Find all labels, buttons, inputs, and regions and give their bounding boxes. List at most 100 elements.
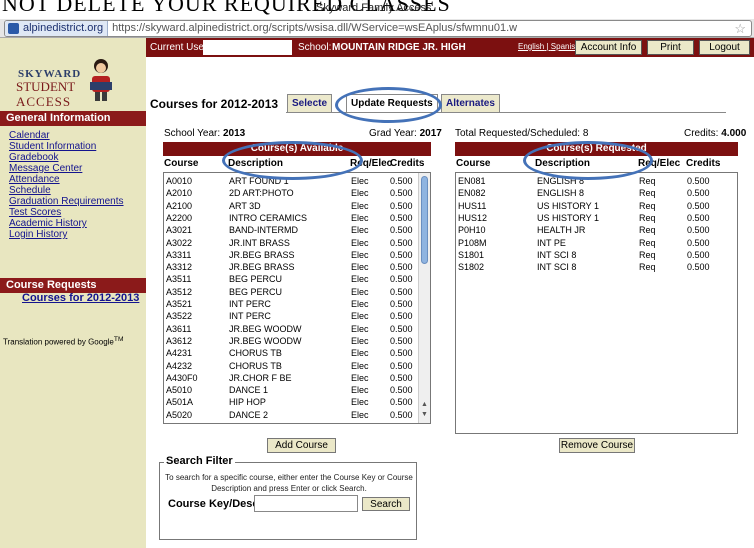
requested-cell: INT SCI 8 [537, 262, 577, 273]
sidebar-link-courses-2012-2013[interactable]: Courses for 2012-2013 [22, 292, 139, 304]
sidebar-link-attendance[interactable]: Attendance [9, 174, 60, 185]
account-info-button[interactable]: Account Info [575, 40, 642, 55]
site-identity[interactable]: alpinedistrict.org [5, 21, 109, 36]
requested-course-list[interactable]: EN081 ENGLISH 8 Req 0.500 EN082 ENGLISH 8 Req 0… [455, 172, 738, 434]
url-domain: alpinedistrict.org [23, 22, 104, 34]
highlight-ellipse-available [222, 141, 363, 180]
requested-cell: HUS12 [458, 212, 488, 223]
available-cell: A4232 [166, 360, 193, 371]
grad-year-label: Grad Year: [369, 128, 417, 139]
available-course-list[interactable]: A0010 ART FOUND 1 Elec 0.500 A2010 2D ART:PHO… [163, 172, 431, 424]
requested-cell: HEALTH JR [537, 225, 586, 236]
sidebar-link-schedule[interactable]: Schedule [9, 185, 51, 196]
school-year-label: School Year: [164, 128, 221, 139]
sidebar-link-login-history[interactable]: Login History [9, 229, 67, 240]
translation-credit: Translation powered by GoogleTM [3, 336, 124, 347]
available-cell: 0.500 [390, 237, 413, 248]
available-cell: A3611 [166, 323, 192, 334]
course-requests-header: Course Requests [0, 278, 146, 293]
add-course-button[interactable]: Add Course [267, 438, 336, 453]
available-cell: INTRO CERAMICS [229, 212, 308, 223]
requested-cell: 0.500 [687, 188, 710, 199]
sidebar: SKYWARD STUDENT ACCESS General Informati… [0, 38, 146, 548]
available-cell: 0.500 [390, 385, 413, 396]
requested-cell: INT SCI 8 [537, 249, 577, 260]
available-cell: A3311 [166, 249, 192, 260]
grad-year: Grad Year: 2017 [369, 128, 442, 139]
available-cell: BEG PERCU [229, 286, 283, 297]
sidebar-link-gradebook[interactable]: Gradebook [9, 152, 58, 163]
favicon-icon [8, 23, 19, 34]
available-scrollbar[interactable]: ▲ ▼ [418, 173, 430, 423]
available-cell: Elec [351, 409, 369, 420]
requested-cell: Req [639, 237, 656, 248]
requested-cell: 0.500 [687, 249, 710, 260]
available-cell: A4231 [166, 348, 193, 359]
url-field[interactable]: alpinedistrict.org https://skyward.alpine… [4, 20, 752, 37]
available-cell: CHORUS TB [229, 360, 282, 371]
requested-col-credits: Credits [686, 158, 721, 169]
available-cell: 0.500 [390, 262, 413, 273]
available-cell: 0.500 [390, 360, 413, 371]
available-cell: 2D ART:PHOTO [229, 188, 294, 199]
requested-cell: Req [639, 249, 656, 260]
credits-total: Credits: 4.000 [684, 128, 746, 139]
browser-address-bar: alpinedistrict.org https://skyward.alpine… [0, 19, 754, 38]
available-cell: A3022 [166, 237, 193, 248]
sidebar-link-message-center[interactable]: Message Center [9, 163, 82, 174]
total-requested: Total Requested/Scheduled: 8 [455, 128, 589, 139]
requested-cell: Req [639, 212, 656, 223]
remove-course-button[interactable]: Remove Course [559, 438, 635, 453]
language-english-link[interactable]: English [518, 42, 544, 51]
available-cell: Elec [351, 335, 369, 346]
available-cell: A0010 [166, 176, 193, 186]
available-cell: 0.500 [390, 249, 413, 260]
tab-alternates[interactable]: Alternates [441, 94, 500, 113]
available-cell: A3312 [166, 262, 193, 273]
current-user-value [203, 40, 292, 55]
skyward-logo: SKYWARD STUDENT ACCESS [12, 54, 122, 109]
scroll-down-icon[interactable]: ▼ [421, 411, 428, 418]
school-label: School: [298, 42, 332, 53]
student-reading-icon [90, 59, 112, 101]
logout-button[interactable]: Logout [699, 40, 750, 55]
requested-cell: Req [639, 188, 656, 199]
available-cell: Elec [351, 286, 369, 297]
requested-cell: US HISTORY 1 [537, 200, 600, 211]
available-cell: 0.500 [390, 200, 413, 211]
sidebar-link-student-information[interactable]: Student Information [9, 141, 96, 152]
sidebar-link-calendar[interactable]: Calendar [9, 130, 50, 141]
url-text: https://skyward.alpinedistrict.org/scrip… [112, 22, 518, 34]
requested-cell: S1801 [458, 249, 485, 260]
available-cell: 0.500 [390, 188, 413, 199]
available-cell: A2200 [166, 212, 193, 223]
scroll-up-icon[interactable]: ▲ [421, 401, 428, 408]
available-cell: DANCE 2 [229, 409, 269, 420]
requested-cell: INT PE [537, 237, 566, 248]
requested-cell: 0.500 [687, 176, 710, 186]
available-cell: ART 3D [229, 200, 261, 211]
available-cell: 0.500 [390, 225, 413, 236]
scroll-thumb[interactable] [421, 176, 428, 264]
available-cell: A2010 [166, 188, 193, 199]
available-cell: 0.500 [390, 335, 413, 346]
tab-selected[interactable]: Selecte [287, 94, 333, 113]
sidebar-link-graduation-requirements[interactable]: Graduation Requirements [9, 196, 124, 207]
window-title: Skyward Family Access [316, 2, 432, 14]
available-cell: Elec [351, 249, 369, 260]
available-cell: Elec [351, 397, 369, 408]
available-cell: A3521 [166, 299, 193, 309]
sidebar-link-academic-history[interactable]: Academic History [9, 218, 87, 229]
available-cell: Elec [351, 360, 369, 371]
available-cell: 0.500 [390, 372, 413, 383]
bookmark-star-icon[interactable]: ☆ [734, 21, 746, 36]
sidebar-link-test-scores[interactable]: Test Scores [9, 207, 61, 218]
available-cell: JR.CHOR F BE [229, 372, 292, 383]
top-bar: Current User: School: MOUNTAIN RIDGE JR.… [146, 38, 754, 57]
requested-cell: P0H10 [458, 225, 486, 236]
available-cell: Elec [351, 385, 369, 396]
print-button[interactable]: Print [647, 40, 694, 55]
available-cell: JR.BEG BRASS [229, 262, 295, 273]
available-cell: 0.500 [390, 409, 413, 420]
available-cell: BEG PERCU [229, 274, 283, 285]
